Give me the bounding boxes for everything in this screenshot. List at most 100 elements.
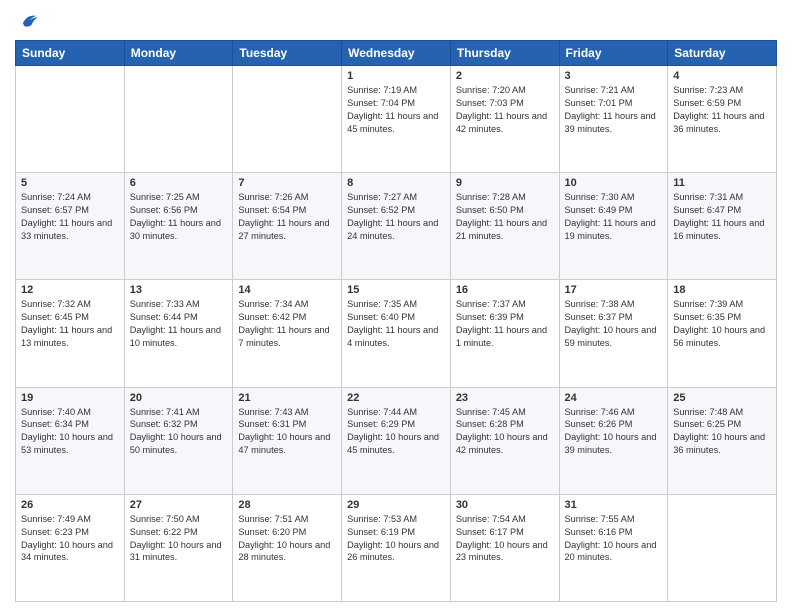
day-info: Sunrise: 7:21 AM Sunset: 7:01 PM Dayligh… [565, 84, 663, 136]
calendar-week-row: 26 Sunrise: 7:49 AM Sunset: 6:23 PM Dayli… [16, 494, 777, 601]
day-info: Sunrise: 7:40 AM Sunset: 6:34 PM Dayligh… [21, 406, 119, 458]
day-info: Sunrise: 7:23 AM Sunset: 6:59 PM Dayligh… [673, 84, 771, 136]
day-number: 5 [21, 177, 119, 189]
day-number: 22 [347, 392, 445, 404]
table-cell: 26 Sunrise: 7:49 AM Sunset: 6:23 PM Dayli… [16, 494, 125, 601]
logo [15, 10, 39, 32]
calendar-header-row: Sunday Monday Tuesday Wednesday Thursday… [16, 41, 777, 66]
table-cell: 6 Sunrise: 7:25 AM Sunset: 6:56 PM Daylig… [124, 173, 233, 280]
table-cell [233, 66, 342, 173]
day-number: 23 [456, 392, 554, 404]
col-saturday: Saturday [668, 41, 777, 66]
day-info: Sunrise: 7:33 AM Sunset: 6:44 PM Dayligh… [130, 298, 228, 350]
logo-bird-icon [17, 10, 39, 32]
table-cell: 5 Sunrise: 7:24 AM Sunset: 6:57 PM Daylig… [16, 173, 125, 280]
col-monday: Monday [124, 41, 233, 66]
day-info: Sunrise: 7:34 AM Sunset: 6:42 PM Dayligh… [238, 298, 336, 350]
table-cell: 28 Sunrise: 7:51 AM Sunset: 6:20 PM Dayli… [233, 494, 342, 601]
table-cell: 8 Sunrise: 7:27 AM Sunset: 6:52 PM Daylig… [342, 173, 451, 280]
table-cell: 10Sunrise: 7:30 AM Sunset: 6:49 PM Dayli… [559, 173, 668, 280]
table-cell: 22 Sunrise: 7:44 AM Sunset: 6:29 PM Dayli… [342, 387, 451, 494]
table-cell: 31 Sunrise: 7:55 AM Sunset: 6:16 PM Dayli… [559, 494, 668, 601]
day-number: 9 [456, 177, 554, 189]
day-number: 27 [130, 499, 228, 511]
day-number: 18 [673, 284, 771, 296]
day-info: Sunrise: 7:35 AM Sunset: 6:40 PM Dayligh… [347, 298, 445, 350]
table-cell: 18 Sunrise: 7:39 AM Sunset: 6:35 PM Dayli… [668, 280, 777, 387]
day-number: 7 [238, 177, 336, 189]
table-cell [124, 66, 233, 173]
day-number: 1 [347, 70, 445, 82]
day-info: Sunrise: 7:49 AM Sunset: 6:23 PM Dayligh… [21, 513, 119, 565]
table-cell: 24Sunrise: 7:46 AM Sunset: 6:26 PM Dayli… [559, 387, 668, 494]
day-number: 20 [130, 392, 228, 404]
day-number: 21 [238, 392, 336, 404]
day-number: 8 [347, 177, 445, 189]
day-info: Sunrise: 7:27 AM Sunset: 6:52 PM Dayligh… [347, 191, 445, 243]
day-number: 12 [21, 284, 119, 296]
day-info: Sunrise: 7:48 AM Sunset: 6:25 PM Dayligh… [673, 406, 771, 458]
table-cell: 27Sunrise: 7:50 AM Sunset: 6:22 PM Dayli… [124, 494, 233, 601]
table-cell: 16 Sunrise: 7:37 AM Sunset: 6:39 PM Dayli… [450, 280, 559, 387]
table-cell: 21 Sunrise: 7:43 AM Sunset: 6:31 PM Dayli… [233, 387, 342, 494]
day-info: Sunrise: 7:26 AM Sunset: 6:54 PM Dayligh… [238, 191, 336, 243]
day-info: Sunrise: 7:20 AM Sunset: 7:03 PM Dayligh… [456, 84, 554, 136]
day-info: Sunrise: 7:32 AM Sunset: 6:45 PM Dayligh… [21, 298, 119, 350]
table-cell: 30 Sunrise: 7:54 AM Sunset: 6:17 PM Dayli… [450, 494, 559, 601]
day-info: Sunrise: 7:25 AM Sunset: 6:56 PM Dayligh… [130, 191, 228, 243]
calendar-week-row: 5 Sunrise: 7:24 AM Sunset: 6:57 PM Daylig… [16, 173, 777, 280]
day-number: 25 [673, 392, 771, 404]
day-number: 28 [238, 499, 336, 511]
day-info: Sunrise: 7:55 AM Sunset: 6:16 PM Dayligh… [565, 513, 663, 565]
col-sunday: Sunday [16, 41, 125, 66]
table-cell: 14 Sunrise: 7:34 AM Sunset: 6:42 PM Dayli… [233, 280, 342, 387]
table-cell: 9 Sunrise: 7:28 AM Sunset: 6:50 PM Daylig… [450, 173, 559, 280]
table-cell: 3 Sunrise: 7:21 AM Sunset: 7:01 PM Daylig… [559, 66, 668, 173]
day-info: Sunrise: 7:43 AM Sunset: 6:31 PM Dayligh… [238, 406, 336, 458]
day-number: 26 [21, 499, 119, 511]
table-cell: 13 Sunrise: 7:33 AM Sunset: 6:44 PM Dayli… [124, 280, 233, 387]
day-number: 15 [347, 284, 445, 296]
day-number: 19 [21, 392, 119, 404]
table-cell: 17Sunrise: 7:38 AM Sunset: 6:37 PM Dayli… [559, 280, 668, 387]
day-number: 16 [456, 284, 554, 296]
col-wednesday: Wednesday [342, 41, 451, 66]
day-number: 31 [565, 499, 663, 511]
day-info: Sunrise: 7:19 AM Sunset: 7:04 PM Dayligh… [347, 84, 445, 136]
day-number: 4 [673, 70, 771, 82]
table-cell: 19 Sunrise: 7:40 AM Sunset: 6:34 PM Dayli… [16, 387, 125, 494]
day-info: Sunrise: 7:24 AM Sunset: 6:57 PM Dayligh… [21, 191, 119, 243]
day-number: 29 [347, 499, 445, 511]
day-info: Sunrise: 7:37 AM Sunset: 6:39 PM Dayligh… [456, 298, 554, 350]
day-info: Sunrise: 7:44 AM Sunset: 6:29 PM Dayligh… [347, 406, 445, 458]
table-cell: 15 Sunrise: 7:35 AM Sunset: 6:40 PM Dayli… [342, 280, 451, 387]
day-info: Sunrise: 7:51 AM Sunset: 6:20 PM Dayligh… [238, 513, 336, 565]
day-number: 10 [565, 177, 663, 189]
day-number: 30 [456, 499, 554, 511]
day-number: 14 [238, 284, 336, 296]
table-cell [668, 494, 777, 601]
table-cell: 4 Sunrise: 7:23 AM Sunset: 6:59 PM Daylig… [668, 66, 777, 173]
day-info: Sunrise: 7:28 AM Sunset: 6:50 PM Dayligh… [456, 191, 554, 243]
calendar-week-row: 12 Sunrise: 7:32 AM Sunset: 6:45 PM Dayli… [16, 280, 777, 387]
table-cell: 7 Sunrise: 7:26 AM Sunset: 6:54 PM Daylig… [233, 173, 342, 280]
day-info: Sunrise: 7:41 AM Sunset: 6:32 PM Dayligh… [130, 406, 228, 458]
day-number: 13 [130, 284, 228, 296]
table-cell: 2 Sunrise: 7:20 AM Sunset: 7:03 PM Daylig… [450, 66, 559, 173]
day-number: 6 [130, 177, 228, 189]
page: Sunday Monday Tuesday Wednesday Thursday… [0, 0, 792, 612]
calendar-week-row: 1 Sunrise: 7:19 AM Sunset: 7:04 PM Daylig… [16, 66, 777, 173]
calendar: Sunday Monday Tuesday Wednesday Thursday… [15, 40, 777, 602]
table-cell: 20 Sunrise: 7:41 AM Sunset: 6:32 PM Dayli… [124, 387, 233, 494]
col-thursday: Thursday [450, 41, 559, 66]
calendar-table: Sunday Monday Tuesday Wednesday Thursday… [15, 40, 777, 602]
table-cell: 12 Sunrise: 7:32 AM Sunset: 6:45 PM Dayli… [16, 280, 125, 387]
day-number: 2 [456, 70, 554, 82]
day-number: 17 [565, 284, 663, 296]
day-info: Sunrise: 7:39 AM Sunset: 6:35 PM Dayligh… [673, 298, 771, 350]
day-info: Sunrise: 7:54 AM Sunset: 6:17 PM Dayligh… [456, 513, 554, 565]
day-info: Sunrise: 7:46 AM Sunset: 6:26 PM Dayligh… [565, 406, 663, 458]
table-cell: 23Sunrise: 7:45 AM Sunset: 6:28 PM Dayli… [450, 387, 559, 494]
col-tuesday: Tuesday [233, 41, 342, 66]
day-number: 3 [565, 70, 663, 82]
